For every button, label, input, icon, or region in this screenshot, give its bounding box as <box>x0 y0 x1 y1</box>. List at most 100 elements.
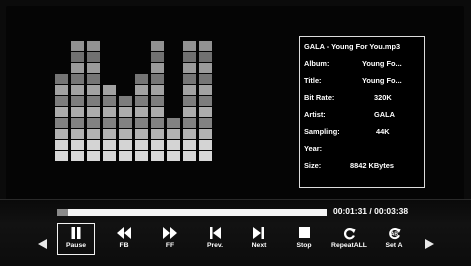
control-label: FF <box>165 242 175 249</box>
info-row-year: Year: <box>304 144 422 156</box>
info-label: Year: <box>304 144 323 153</box>
next-button[interactable]: Next <box>241 224 277 254</box>
visualizer-bar <box>71 41 84 161</box>
visualizer-segment <box>183 74 196 84</box>
visualizer-segment <box>119 151 132 161</box>
info-label: Bit Rate: <box>304 93 335 102</box>
visualizer-segment <box>87 41 100 51</box>
visualizer-bar <box>167 41 180 161</box>
info-value: 8842 KBytes <box>350 161 394 170</box>
visualizer-segment <box>135 129 148 139</box>
stop-button[interactable]: Stop <box>286 224 322 254</box>
visualizer-segment <box>151 85 164 95</box>
info-value: 320K <box>374 93 392 102</box>
set-a-button[interactable]: AB Set A <box>376 224 412 254</box>
visualizer-segment <box>71 96 84 106</box>
visualizer-segment <box>119 118 132 128</box>
track-info-panel: GALA - Young For You.mp3 Album: Young Fo… <box>299 36 425 188</box>
control-label: Prev. <box>206 242 224 249</box>
visualizer-segment <box>87 85 100 95</box>
visualizer-segment <box>151 96 164 106</box>
time-readout: 00:01:31 / 00:03:38 <box>333 206 409 216</box>
previous-button[interactable]: Prev. <box>197 224 233 254</box>
visualizer-segment <box>135 151 148 161</box>
visualizer-segment <box>199 151 212 161</box>
info-value: 44K <box>376 127 390 136</box>
info-row-sampling: Sampling: 44K <box>304 127 422 139</box>
fast-forward-button[interactable]: FF <box>152 224 188 254</box>
visualizer-segment <box>199 118 212 128</box>
visualizer-bar <box>103 41 116 161</box>
visualizer-segment <box>135 140 148 150</box>
spectrum-visualizer <box>55 41 225 161</box>
visualizer-segment <box>71 129 84 139</box>
ab-repeat-icon: AB <box>376 227 412 240</box>
visualizer-bar <box>55 41 68 161</box>
visualizer-segment <box>71 74 84 84</box>
visualizer-segment <box>55 129 68 139</box>
info-row-size: Size: 8842 KBytes <box>304 161 422 173</box>
visualizer-segment <box>55 151 68 161</box>
visualizer-segment <box>199 96 212 106</box>
visualizer-segment <box>151 107 164 117</box>
info-row-title: Title: Young Fo... <box>304 76 422 88</box>
info-label: Sampling: <box>304 127 340 136</box>
visualizer-segment <box>199 74 212 84</box>
visualizer-segment <box>71 118 84 128</box>
track-filename: GALA - Young For You.mp3 <box>304 42 401 51</box>
visualizer-segment <box>151 140 164 150</box>
visualizer-segment <box>167 151 180 161</box>
visualizer-segment <box>135 96 148 106</box>
visualizer-segment <box>103 118 116 128</box>
skip-previous-icon <box>197 227 233 240</box>
visualizer-segment <box>87 74 100 84</box>
scroll-left-arrow-icon[interactable] <box>38 239 47 249</box>
info-value: Young Fo... <box>362 59 402 68</box>
visualizer-segment <box>151 151 164 161</box>
visualizer-segment <box>183 96 196 106</box>
info-row-artist: Artist: GALA <box>304 110 422 122</box>
visualizer-segment <box>87 140 100 150</box>
fast-backward-button[interactable]: FB <box>106 224 142 254</box>
visualizer-segment <box>183 41 196 51</box>
visualizer-segment <box>151 118 164 128</box>
scroll-right-arrow-icon[interactable] <box>425 239 434 249</box>
control-label: RepeatALL <box>331 242 367 249</box>
visualizer-segment <box>199 140 212 150</box>
visualizer-segment <box>199 85 212 95</box>
skip-next-icon <box>241 227 277 240</box>
visualizer-segment <box>151 63 164 73</box>
pause-button[interactable]: Pause <box>57 223 95 255</box>
visualizer-segment <box>87 118 100 128</box>
info-label: Title: <box>304 76 322 85</box>
visualizer-bar <box>119 41 132 161</box>
visualizer-segment <box>103 85 116 95</box>
visualizer-segment <box>103 107 116 117</box>
info-row-bit-rate: Bit Rate: 320K <box>304 93 422 105</box>
control-label: Stop <box>296 242 312 249</box>
visualizer-bar <box>199 41 212 161</box>
visualizer-segment <box>103 151 116 161</box>
repeat-all-button[interactable]: RepeatALL <box>331 224 367 254</box>
visualizer-segment <box>119 140 132 150</box>
visualizer-segment <box>55 85 68 95</box>
visualizer-bar <box>87 41 100 161</box>
progress-bar[interactable] <box>57 209 327 216</box>
info-label: Artist: <box>304 110 326 119</box>
visualizer-segment <box>183 118 196 128</box>
pause-icon <box>58 227 94 240</box>
visualizer-segment <box>55 74 68 84</box>
visualizer-segment <box>87 129 100 139</box>
visualizer-segment <box>87 107 100 117</box>
visualizer-segment <box>55 140 68 150</box>
progress-fill <box>57 209 68 216</box>
visualizer-segment <box>183 85 196 95</box>
visualizer-bar <box>135 41 148 161</box>
visualizer-segment <box>87 151 100 161</box>
control-label: Next <box>251 242 267 249</box>
visualizer-segment <box>135 85 148 95</box>
visualizer-segment <box>119 129 132 139</box>
rewind-icon <box>106 227 142 240</box>
visualizer-segment <box>199 52 212 62</box>
visualizer-segment <box>199 41 212 51</box>
